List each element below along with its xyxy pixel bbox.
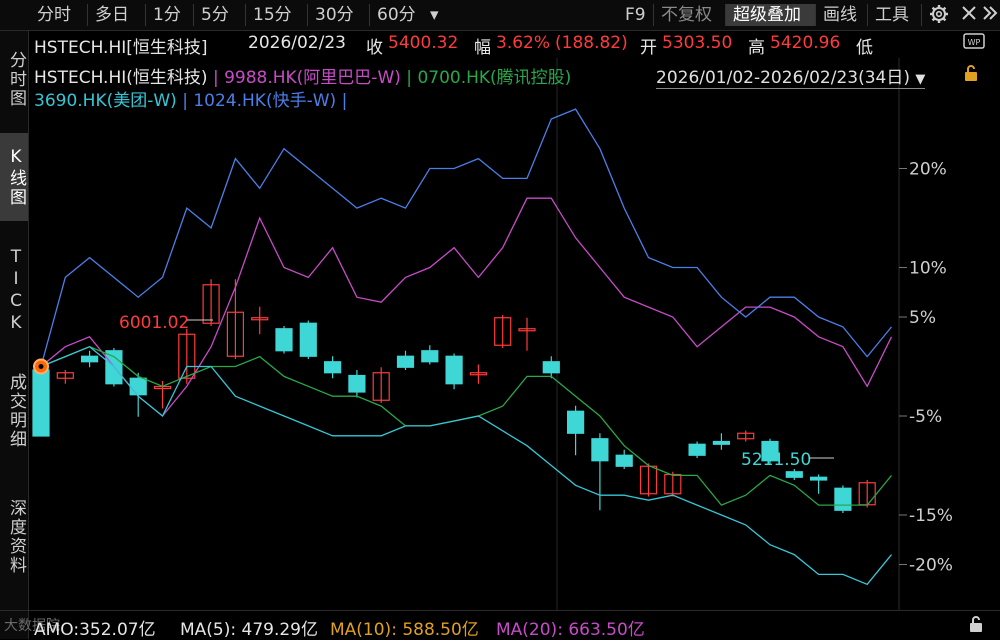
period-tab-15min[interactable]: 15分 (246, 4, 308, 26)
period-tab-5min[interactable]: 5分 (194, 4, 246, 26)
date-range-text: 2026/01/02-2026/02/23(34日) (656, 68, 910, 88)
draw-line-button[interactable]: 画线 (816, 4, 868, 26)
y-tick-label: -20% (909, 556, 953, 576)
y-tick-label: 5% (909, 308, 936, 328)
legend-kuaishou[interactable]: 1024.HK(快手-W) (193, 91, 336, 111)
open-value: 5303.50 (662, 33, 733, 53)
max-price-label: 6001.02 (119, 313, 189, 333)
high-label: 高 (748, 38, 765, 58)
close-icon[interactable] (958, 4, 980, 28)
candle-body (348, 374, 366, 393)
low-label: 低 (856, 38, 873, 58)
candle-body (299, 322, 317, 357)
chevron-down-icon: ▼ (915, 72, 926, 87)
quote-info-row: HSTECH.HI[恒生科技] 2026/02/23 收 5400.32 幅 3… (0, 31, 1000, 58)
chart-legend-row1: HSTECH.HI(恒生科技) | 9988.HK(阿里巴巴-W) | 0700… (34, 63, 571, 88)
legend-hstech[interactable]: HSTECH.HI(恒生科技) (34, 68, 208, 88)
y-tick-label: 20% (909, 160, 947, 180)
more-periods-dropdown-icon[interactable]: ▾ (430, 4, 450, 26)
lock-icon[interactable] (966, 615, 986, 639)
f9-button[interactable]: F9 (618, 4, 654, 26)
period-tab-1min[interactable]: 1分 (146, 4, 194, 26)
candle-body (80, 355, 99, 363)
change-percent: 3.62% (496, 33, 551, 53)
y-tick-label: -5% (909, 407, 942, 427)
candle-body (129, 377, 147, 396)
legend-sep: | (182, 91, 188, 111)
left-sidebar: 分时图 K线图 TICK 成交明细 深度资料 (0, 31, 29, 639)
candle-body (542, 361, 560, 374)
ma5-value: MA(5): 479.29亿 (180, 620, 318, 640)
y-tick-label: 10% (909, 259, 947, 279)
ma20-value: MA(20): 663.50亿 (496, 620, 645, 640)
min-price-label: 5211.50 (741, 450, 811, 470)
symbol-name: HSTECH.HI[恒生科技] (34, 38, 208, 58)
period-tab-duori[interactable]: 多日 (88, 4, 146, 26)
change-label: 幅 (474, 38, 491, 58)
candle-body (834, 487, 852, 511)
candle-body (421, 350, 439, 363)
sidebar-item-tick[interactable]: TICK (0, 235, 28, 347)
candle-body (785, 471, 803, 478)
sidebar-item-depth[interactable]: 深度资料 (0, 483, 28, 591)
quote-date: 2026/02/23 (248, 33, 346, 53)
candle-body (445, 355, 463, 385)
lock-icon[interactable] (960, 64, 982, 88)
sidebar-item-kline[interactable]: K线图 (0, 133, 28, 221)
candle-body (688, 443, 706, 456)
legend-meituan[interactable]: 3690.HK(美团-W) (34, 91, 177, 111)
y-tick-label: -15% (909, 506, 953, 526)
candle-body (615, 454, 633, 467)
candle-body (809, 476, 828, 481)
legend-tencent[interactable]: 0700.HK(腾讯控股) (417, 68, 571, 88)
amo-value: AMO:352.07亿 (34, 620, 156, 640)
ma10-value: MA(10): 588.50亿 (330, 620, 479, 640)
date-range-selector[interactable]: 2026/01/02-2026/02/23(34日) ▼ (656, 63, 926, 89)
candle-body (275, 328, 293, 352)
double-chevron-right-icon[interactable] (980, 4, 1000, 28)
chart-legend-row2: 3690.HK(美团-W) | 1024.HK(快手-W) | (34, 86, 347, 111)
legend-sep: | (212, 68, 219, 88)
volume-indicator-bar: 大数据院 AMO:352.07亿 MA(5): 479.29亿 MA(10): … (0, 610, 1000, 640)
start-marker-dot (38, 364, 44, 369)
gear-icon[interactable] (926, 4, 952, 30)
candle-body (591, 438, 609, 462)
change-absolute: (188.82) (555, 33, 628, 53)
close-value: 5400.32 (388, 33, 459, 53)
sidebar-item-trade-detail[interactable]: 成交明细 (0, 359, 28, 463)
period-tab-30min[interactable]: 30分 (308, 4, 370, 26)
legend-alibaba[interactable]: 9988.HK(阿里巴巴-W) (224, 68, 401, 88)
high-value: 5420.96 (770, 33, 841, 53)
candle-body (712, 440, 731, 445)
candle-body (566, 410, 585, 434)
candle-body (396, 355, 415, 368)
top-toolbar: 分时 多日 1分 5分 15分 30分 60分 ▾ F9 不复权 超级叠加 画线… (0, 0, 1000, 31)
tools-button[interactable]: 工具 (868, 4, 922, 26)
super-overlay-button[interactable]: 超级叠加 (726, 4, 816, 26)
legend-sep: | (341, 91, 348, 111)
overlay-chart[interactable]: 20% 10% 5% -5% -15% -20% 6001.02 5211.50 (29, 58, 1000, 610)
wp-badge-icon[interactable]: WP (962, 33, 986, 53)
candle-body (32, 369, 50, 437)
line-tencent (40, 345, 893, 506)
svg-text:WP: WP (968, 38, 981, 47)
legend-sep: | (406, 68, 413, 88)
period-tab-fenshi[interactable]: 分时 (30, 4, 88, 26)
candle-body (324, 361, 342, 374)
no-adjust-button[interactable]: 不复权 (654, 4, 726, 26)
open-label: 开 (640, 38, 657, 58)
period-tab-60min[interactable]: 60分 (370, 4, 430, 26)
close-label: 收 (366, 38, 383, 58)
